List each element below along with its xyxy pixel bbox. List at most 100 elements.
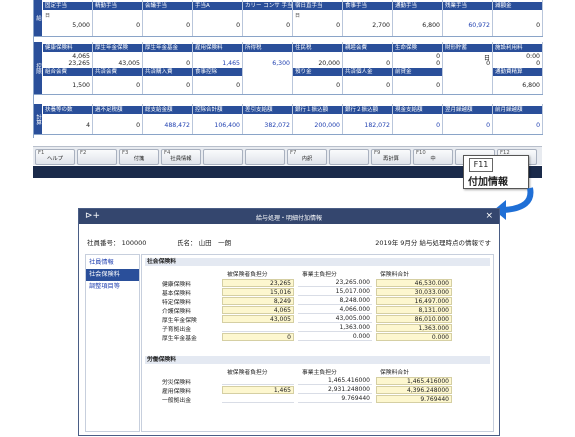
cell-header: 現金支給額 <box>393 106 442 114</box>
employee-share-value: 8,249 <box>222 297 294 305</box>
table-row-label: 健康保険料 <box>162 282 191 288</box>
cell-header: 固定手当 <box>43 2 92 10</box>
cell-value: 0 <box>486 122 490 129</box>
grid-cell[interactable]: 銀行２振込額 182,072 <box>343 104 393 134</box>
grid-cell[interactable]: 雇用保険料 1,465 食事控除 0 <box>193 42 243 94</box>
cell-header: 差引支給額 <box>243 106 292 114</box>
dialog-title: 給与処理・明細付加情報 <box>255 215 322 222</box>
cell-header: 所得税 <box>243 44 292 52</box>
grid-cell[interactable]: 親睦会費 0 共済個人金 0 <box>343 42 393 94</box>
grid-cell[interactable]: 扶養等の数 4 <box>43 104 93 134</box>
f11-callout: F11 付加情報 <box>463 155 529 189</box>
grid-cell[interactable]: 所得税 6,300 <box>243 42 293 94</box>
labor-col-employer-share: 事業主負担分 <box>302 370 337 376</box>
total-value: 46,530.000 <box>376 279 452 287</box>
cell-value: 0 <box>436 60 440 67</box>
grid-cell[interactable]: 食事手当 2,700 <box>343 0 393 36</box>
additional-info-dialog: ⊳+ 給与処理・明細付加情報 × 社員番号： 100000 氏名： 山田 一朗 … <box>78 208 500 436</box>
total-value: 30,033.000 <box>376 288 452 296</box>
cell-value: 2,700 <box>372 22 390 29</box>
grid-cell[interactable]: 手当A 0 <box>193 0 243 36</box>
employee-name-label: 氏名： <box>177 239 197 247</box>
total-value: 0.000 <box>376 333 452 341</box>
sidebar-item-employee-info[interactable]: 社員情報 <box>86 257 139 269</box>
function-key-5[interactable] <box>203 149 243 165</box>
table-row-label: 介護保険料 <box>162 309 191 315</box>
close-icon[interactable]: × <box>485 211 493 221</box>
cell-value: 0 <box>186 60 190 67</box>
f11-key-label: F11 <box>469 158 493 172</box>
grid-cell[interactable]: 会議手当 0 <box>143 0 193 36</box>
grid-cell[interactable]: 差引支給額 382,072 <box>243 104 293 134</box>
employee-name-value: 山田 一朗 <box>198 239 232 247</box>
function-key-3[interactable]: F3 付箋 <box>119 149 159 165</box>
grid-cell[interactable]: 宿日直手当日 0 <box>293 0 343 36</box>
function-key-10[interactable]: F10 中 <box>413 149 453 165</box>
cell-value: 20,000 <box>318 60 340 67</box>
cell-header: 食事手当 <box>343 2 392 10</box>
function-key-9[interactable]: F9 再計算 <box>371 149 411 165</box>
cell-header: 残業手当 <box>443 2 492 10</box>
grid-cell[interactable]: 生命保険 0 0 前貸金 0 <box>393 42 443 94</box>
employee-share-value: 4,065 <box>222 306 294 314</box>
function-key-8[interactable] <box>329 149 369 165</box>
grid-cell[interactable]: 減額金 0 <box>493 0 543 36</box>
total-value: 16,497.000 <box>376 297 452 305</box>
cell-header: 扶養等の数 <box>43 106 92 114</box>
table-row-label: 雇用保険料 <box>162 389 191 395</box>
cell-value-2: 0 <box>336 82 340 89</box>
grid-cell[interactable]: 銀行１振込額 200,000 <box>293 104 343 134</box>
labor-col-total: 保険料合計 <box>380 370 409 376</box>
function-key-7[interactable]: F7 内訳 <box>287 149 327 165</box>
employer-share-value: 9.769440 <box>298 395 372 403</box>
employee-number-label: 社員番号： <box>87 239 120 247</box>
grid-cell[interactable]: 住民税 20,000 預り金 0 <box>293 42 343 94</box>
grid-cell[interactable]: 前月繰越額 0 <box>493 104 543 134</box>
grid-cell[interactable]: カリー コンサ 手当 0 <box>243 0 293 36</box>
cell-header: 健康保険料 <box>43 44 92 52</box>
table-row-label: 厚生年金保険 <box>162 318 197 324</box>
cell-value: 0 <box>336 22 340 29</box>
dialog-title-bar: ⊳+ 給与処理・明細付加情報 × <box>79 209 499 224</box>
grid-cell[interactable]: 控除合計額 106,400 <box>193 104 243 134</box>
grid-cell[interactable]: 精勤手当 0 <box>93 0 143 36</box>
grid-cell[interactable]: 翌月繰越額 0 <box>443 104 493 134</box>
grid-cell[interactable]: 厚生年金保険 43,005 共済会費 0 <box>93 42 143 94</box>
function-key-4[interactable]: F4 社員情報 <box>161 149 201 165</box>
grid-cell[interactable]: 現金支給額 0 <box>393 104 443 134</box>
cell-value: 182,072 <box>364 122 390 129</box>
deduction-side-label: 控除 <box>34 42 42 94</box>
grid-cell[interactable]: 厚生年金基金 0 共済購入費 0 <box>143 42 193 94</box>
function-key-label: 中 <box>430 156 436 162</box>
grid-cell[interactable]: 財形貯蓄日 0 <box>443 42 493 94</box>
grid-cell[interactable]: 通勤手当 6,800 <box>393 0 443 36</box>
sidebar-item-social-insurance[interactable]: 社会保険料 <box>86 269 139 281</box>
cell-value: 382,072 <box>264 122 290 129</box>
cell-value: 6,300 <box>272 60 290 67</box>
cell-value: 106,400 <box>214 122 240 129</box>
cell-header: 生命保険 <box>393 44 442 52</box>
allowance-section: 給 固定手当日 5,000 精勤手当 0 会議手当 0 手当A 0 カリー コンサ 手当 0 宿日直… <box>34 0 543 37</box>
sidebar-item-adjustments[interactable]: 調整項目等 <box>86 281 139 293</box>
table-row-label: 子育拠出金 <box>162 327 191 333</box>
employee-share-value <box>222 377 294 385</box>
function-key-6[interactable] <box>245 149 285 165</box>
function-key-2[interactable]: F2 <box>77 149 117 165</box>
cell-value: 0 <box>186 22 190 29</box>
grid-cell[interactable]: 過不足税額 0 <box>93 104 143 134</box>
cell-mark: 日 <box>295 13 301 19</box>
grid-cell[interactable]: 健康保険料 4,065 23,265 組合会費 1,500 <box>43 42 93 94</box>
grid-cell[interactable]: 施設利用料 0:00 0 通勤費精算 6,800 <box>493 42 543 94</box>
function-key-1[interactable]: F1 ヘルプ <box>35 149 75 165</box>
employer-share-value: 0.000 <box>298 333 372 341</box>
table-row-label: 特定保険料 <box>162 300 191 306</box>
cell-header: 手当A <box>193 2 242 10</box>
cell-header: 親睦会費 <box>343 44 392 52</box>
grid-cell[interactable]: 固定手当日 5,000 <box>43 0 93 36</box>
grid-cell[interactable]: 総支給金額 488,472 <box>143 104 193 134</box>
cell-value: 0 <box>536 60 540 67</box>
allowance-side-label: 給 <box>34 0 42 36</box>
table-row-label: 基本保険料 <box>162 291 191 297</box>
cell-value-2: 6,800 <box>522 82 540 89</box>
grid-cell[interactable]: 残業手当 60,972 <box>443 0 493 36</box>
